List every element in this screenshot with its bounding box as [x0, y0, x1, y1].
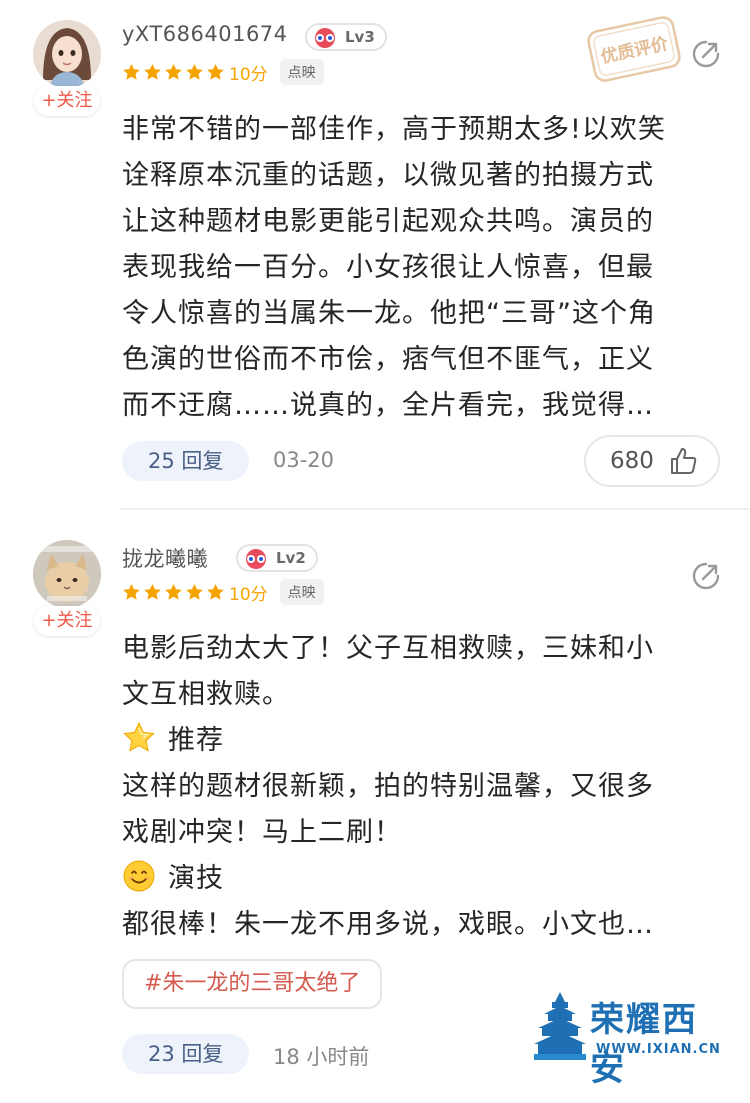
follow-button[interactable]: +关注 [34, 86, 100, 116]
star-icon [186, 63, 203, 80]
star-icon [207, 63, 224, 80]
divider [120, 508, 750, 510]
level-label: Lv2 [276, 549, 306, 567]
thumbs-up-icon [671, 448, 697, 474]
username[interactable]: 拢龙曦曦 [122, 543, 208, 573]
avatar[interactable] [33, 20, 101, 88]
watermark-title: 荣耀西安 [590, 1000, 698, 1089]
source-tag: 点映 [279, 59, 324, 85]
review-line: 让这种题材电影更能引起观众共鸣。演员的 [122, 206, 654, 237]
review-line: 电影后劲太大了！父子互相救赎，三妹和小 [122, 633, 654, 664]
review-card-1: +关注 yXT686401674 Lv3 10分 点映 优质评价 非常不错的一部… [0, 0, 750, 510]
hashtag-topic[interactable]: #朱一龙的三哥太绝了 [122, 959, 383, 1009]
like-count: 680 [610, 448, 654, 474]
star-icon [144, 63, 161, 80]
acting-label: 演技 [168, 863, 224, 894]
review-line: 色演的世俗而不市侩，痞气但不匪气，正义 [122, 344, 654, 375]
star-emoji-icon [123, 721, 155, 752]
review-line: 这样的题材很新颖，拍的特别温馨，又很多 [122, 771, 654, 802]
site-watermark: 荣耀西安 WWW.IXIAN.CN [532, 990, 732, 1089]
star-icon [165, 583, 182, 600]
review-line: 令人惊喜的当属朱一龙。他把“三哥”这个角 [122, 298, 656, 329]
review-line: 表现我给一百分。小女孩很让人惊喜，但最 [122, 252, 654, 283]
level-badge: Lv2 [236, 544, 318, 572]
quality-badge-text: 优质评价 [599, 33, 671, 68]
level-label: Lv3 [345, 28, 375, 46]
score: 10分 [229, 584, 268, 605]
review-line: 戏剧冲突！马上二刷！ [122, 817, 402, 848]
level-icon [246, 549, 266, 569]
star-icon [207, 583, 224, 600]
share-icon[interactable] [690, 560, 722, 592]
smile-emoji-icon [123, 860, 155, 892]
review-text[interactable]: 非常不错的一部佳作，高于预期太多!以欢笑 诠释原本沉重的话题，以微见著的拍摄方式… [122, 107, 722, 429]
star-icon [144, 583, 161, 600]
follow-button[interactable]: +关注 [34, 606, 100, 636]
score: 10分 [229, 64, 268, 85]
tower-logo-icon [534, 992, 586, 1060]
source-tag: 点映 [279, 579, 324, 605]
star-icon [186, 583, 203, 600]
watermark-url: WWW.IXIAN.CN [596, 1042, 721, 1057]
review-line: 非常不错的一部佳作，高于预期太多!以欢笑 [122, 114, 666, 145]
star-icon [123, 583, 140, 600]
avatar[interactable] [33, 540, 101, 608]
star-rating [122, 583, 225, 602]
review-line: 诠释原本沉重的话题，以微见著的拍摄方式 [122, 160, 654, 191]
star-rating [122, 63, 225, 82]
level-badge: Lv3 [305, 23, 387, 51]
rating-row: 10分 点映 [122, 58, 324, 86]
rating-row: 10分 点映 [122, 578, 324, 606]
review-line: 都很棒！朱一龙不用多说，戏眼。小文也… [122, 909, 654, 940]
review-line: 演技 [122, 856, 722, 902]
level-icon [315, 28, 335, 48]
review-line: 文互相救赎。 [122, 679, 290, 710]
star-icon [165, 63, 182, 80]
star-icon [123, 63, 140, 80]
timestamp: 03-20 [273, 448, 335, 472]
recommend-label: 推荐 [168, 725, 224, 756]
username[interactable]: yXT686401674 [122, 22, 288, 46]
timestamp: 18 小时前 [273, 1045, 370, 1069]
review-line: 推荐 [122, 718, 722, 764]
review-line: 而不迂腐……说真的，全片看完，我觉得… [122, 390, 654, 421]
quality-badge-stamp: 优质评价 [587, 16, 681, 82]
review-text[interactable]: 电影后劲太大了！父子互相救赎，三妹和小 文互相救赎。 推荐 这样的题材很新颖，拍… [122, 626, 722, 948]
reply-count-button[interactable]: 23 回复 [122, 1034, 250, 1074]
reply-count-button[interactable]: 25 回复 [122, 441, 250, 481]
share-icon[interactable] [690, 38, 722, 70]
like-button[interactable]: 680 [584, 435, 720, 487]
